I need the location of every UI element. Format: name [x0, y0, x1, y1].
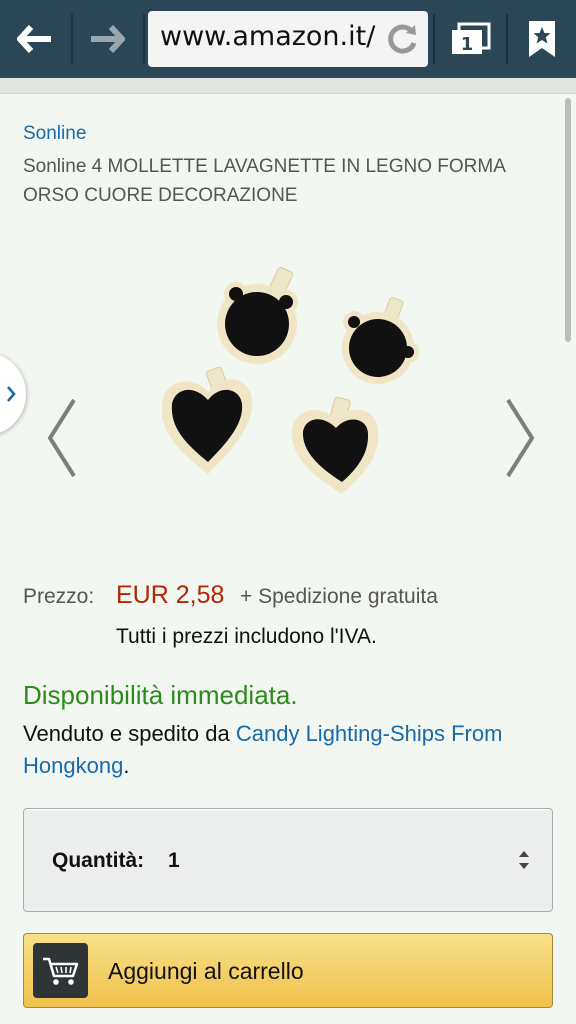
- bear-clip-image: [342, 297, 419, 384]
- page-top-strip: [0, 78, 576, 94]
- product-brand-link[interactable]: Sonline: [23, 123, 86, 145]
- vat-note: Tutti i prezzi includono l'IVA.: [116, 625, 377, 648]
- previous-image-arrow[interactable]: [44, 396, 80, 480]
- toolbar-divider: [143, 14, 145, 64]
- bookmark-button[interactable]: [508, 0, 576, 78]
- bookmark-star-icon: [529, 21, 555, 57]
- sold-by-prefix: Venduto e spedito da: [23, 721, 236, 746]
- price-label: Prezzo:: [23, 585, 95, 608]
- select-arrows-icon: [519, 851, 529, 869]
- product-image[interactable]: [150, 262, 426, 502]
- bear-clip-image: [217, 266, 298, 364]
- tab-count: 1: [461, 34, 474, 55]
- shipping-info: + Spedizione gratuita: [240, 585, 438, 608]
- quantity-select[interactable]: Quantità: 1: [23, 808, 553, 912]
- arrow-left-icon: [17, 25, 51, 53]
- scrollbar[interactable]: [565, 98, 571, 342]
- shopping-cart-icon: [42, 957, 78, 985]
- address-bar[interactable]: www.amazon.it/: [148, 11, 428, 67]
- heart-clip-image: [161, 366, 253, 474]
- product-title: Sonline 4 MOLLETTE LAVAGNETTE IN LEGNO F…: [23, 156, 505, 206]
- availability-status: Disponibilità immediata.: [23, 680, 298, 710]
- add-to-cart-button[interactable]: Aggiungi al carrello: [23, 933, 553, 1008]
- toolbar-divider: [433, 14, 435, 64]
- tabs-button[interactable]: 1: [436, 0, 506, 78]
- heart-clip-image: [291, 396, 379, 494]
- url-text[interactable]: www.amazon.it/: [160, 21, 378, 52]
- cart-icon-box: [33, 943, 88, 998]
- side-menu-tab[interactable]: [0, 352, 26, 436]
- sold-by-text: Venduto e spedito da Candy Lighting-Ship…: [23, 718, 563, 782]
- arrow-right-icon: [91, 25, 125, 53]
- price-value: EUR 2,58: [116, 581, 225, 609]
- browser-toolbar: www.amazon.it/ 1: [0, 0, 576, 78]
- quantity-label: Quantità:: [52, 849, 145, 872]
- tabs-icon: 1: [452, 22, 491, 55]
- add-to-cart-label: Aggiungi al carrello: [108, 958, 304, 984]
- sold-by-suffix: .: [123, 753, 130, 778]
- chevron-right-icon: [7, 386, 16, 402]
- back-button[interactable]: [0, 0, 70, 78]
- refresh-icon[interactable]: [384, 21, 420, 57]
- forward-button[interactable]: [72, 0, 142, 78]
- next-image-arrow[interactable]: [502, 396, 538, 480]
- quantity-value: 1: [168, 849, 180, 872]
